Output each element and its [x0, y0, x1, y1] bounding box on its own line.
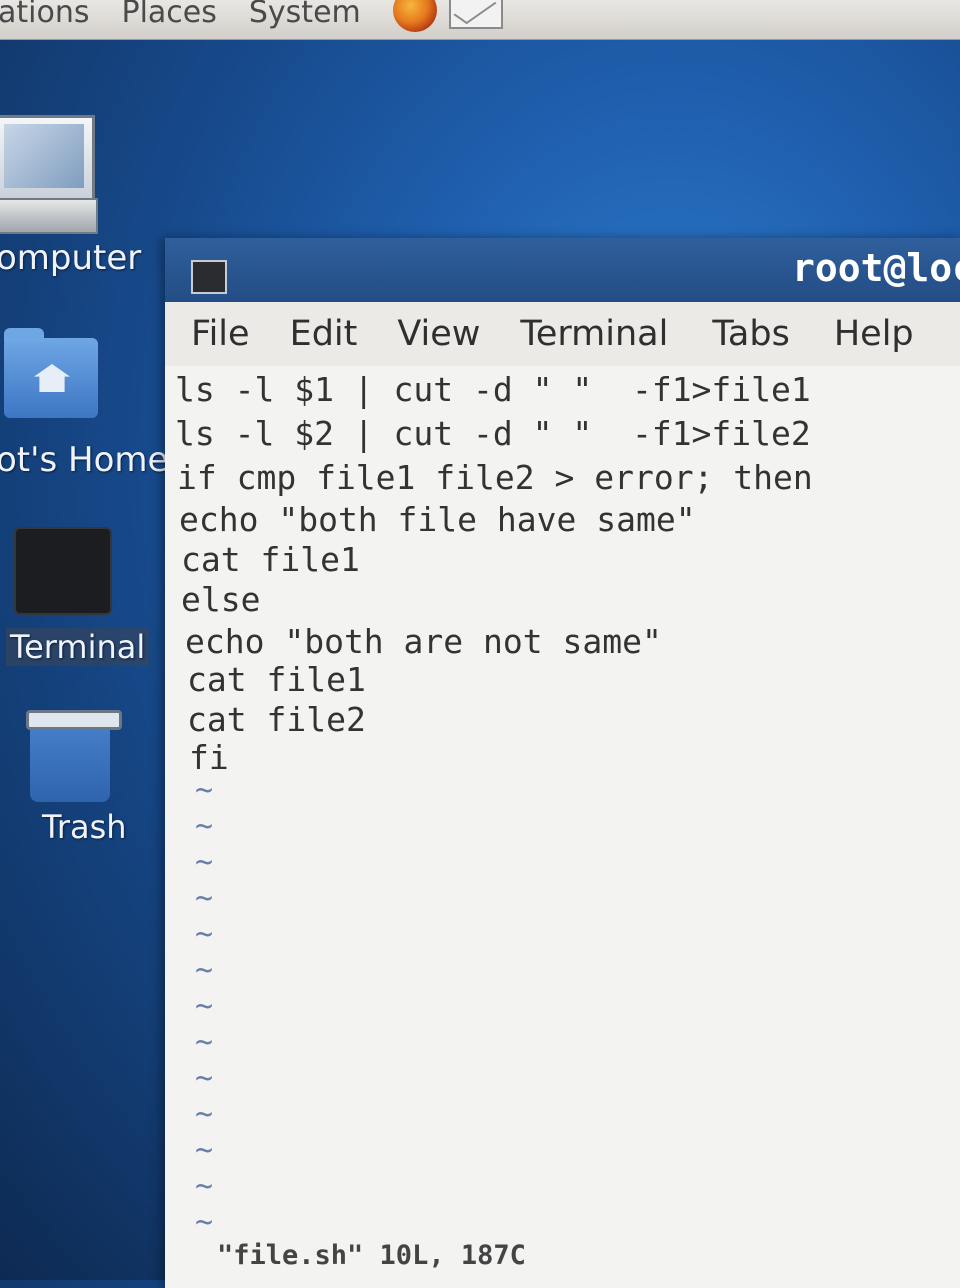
menu-edit[interactable]: Edit: [290, 314, 358, 354]
code-line: if cmp file1 file2 > error; then: [177, 458, 813, 497]
empty-line-tilde: ~: [195, 917, 214, 952]
empty-line-tilde: ~: [195, 845, 214, 880]
desktop-icon-label: ot's Home: [0, 440, 169, 480]
desktop-icon-label: Terminal: [6, 628, 150, 666]
empty-line-tilde: ~: [195, 953, 214, 988]
house-icon: [34, 364, 70, 392]
menu-file[interactable]: File: [191, 314, 250, 354]
menu-tabs[interactable]: Tabs: [712, 314, 790, 354]
empty-line-tilde: ~: [195, 989, 214, 1024]
code-line: cat file1: [181, 540, 360, 579]
panel-menu-applications[interactable]: ations: [0, 0, 89, 28]
empty-line-tilde: ~: [195, 809, 214, 844]
terminal-window: root@loc File Edit View Terminal Tabs He…: [165, 238, 960, 1288]
code-line: else: [181, 580, 261, 619]
editor-status-line: "file.sh" 10L, 187C: [217, 1240, 526, 1271]
empty-line-tilde: ~: [195, 1097, 214, 1132]
code-line: cat file2: [187, 700, 366, 739]
computer-keyboard-icon: [0, 198, 98, 234]
menu-view[interactable]: View: [397, 314, 480, 354]
desktop-icon-label: omputer: [0, 238, 142, 278]
code-line: echo "both file have same": [179, 500, 696, 539]
empty-line-tilde: ~: [195, 1169, 214, 1204]
empty-line-tilde: ~: [195, 881, 214, 916]
empty-line-tilde: ~: [195, 1061, 214, 1096]
empty-line-tilde: ~: [195, 773, 214, 808]
mail-icon[interactable]: [448, 0, 503, 29]
home-folder-icon[interactable]: [4, 328, 98, 418]
menu-terminal[interactable]: Terminal: [520, 314, 668, 354]
code-line: ls -l $2 | cut -d " " -f1>file2: [175, 414, 811, 453]
code-line: echo "both are not same": [185, 622, 662, 661]
top-panel: ations Places System: [0, 0, 960, 40]
code-line: cat file1: [187, 660, 366, 699]
terminal-icon[interactable]: [14, 527, 112, 615]
empty-line-tilde: ~: [195, 1025, 214, 1060]
panel-menu-places[interactable]: Places: [121, 0, 216, 28]
window-titlebar[interactable]: root@loc: [165, 238, 960, 302]
menu-help[interactable]: Help: [834, 314, 914, 354]
desktop-icon-label: Trash: [42, 808, 127, 846]
code-line: ls -l $1 | cut -d " " -f1>file1: [175, 370, 811, 409]
empty-line-tilde: ~: [195, 1205, 214, 1240]
computer-icon[interactable]: [0, 115, 95, 203]
terminal-window-icon[interactable]: [191, 260, 227, 294]
window-title: root@loc: [791, 246, 960, 290]
panel-menu-system[interactable]: System: [249, 0, 361, 28]
window-menubar: File Edit View Terminal Tabs Help: [165, 302, 960, 367]
firefox-icon[interactable]: [392, 0, 437, 32]
trash-lid-icon: [26, 710, 122, 730]
terminal-editor-area[interactable]: ls -l $1 | cut -d " " -f1>file1 ls -l $2…: [165, 366, 960, 1288]
empty-line-tilde: ~: [195, 1133, 214, 1168]
code-line: fi: [189, 738, 229, 777]
